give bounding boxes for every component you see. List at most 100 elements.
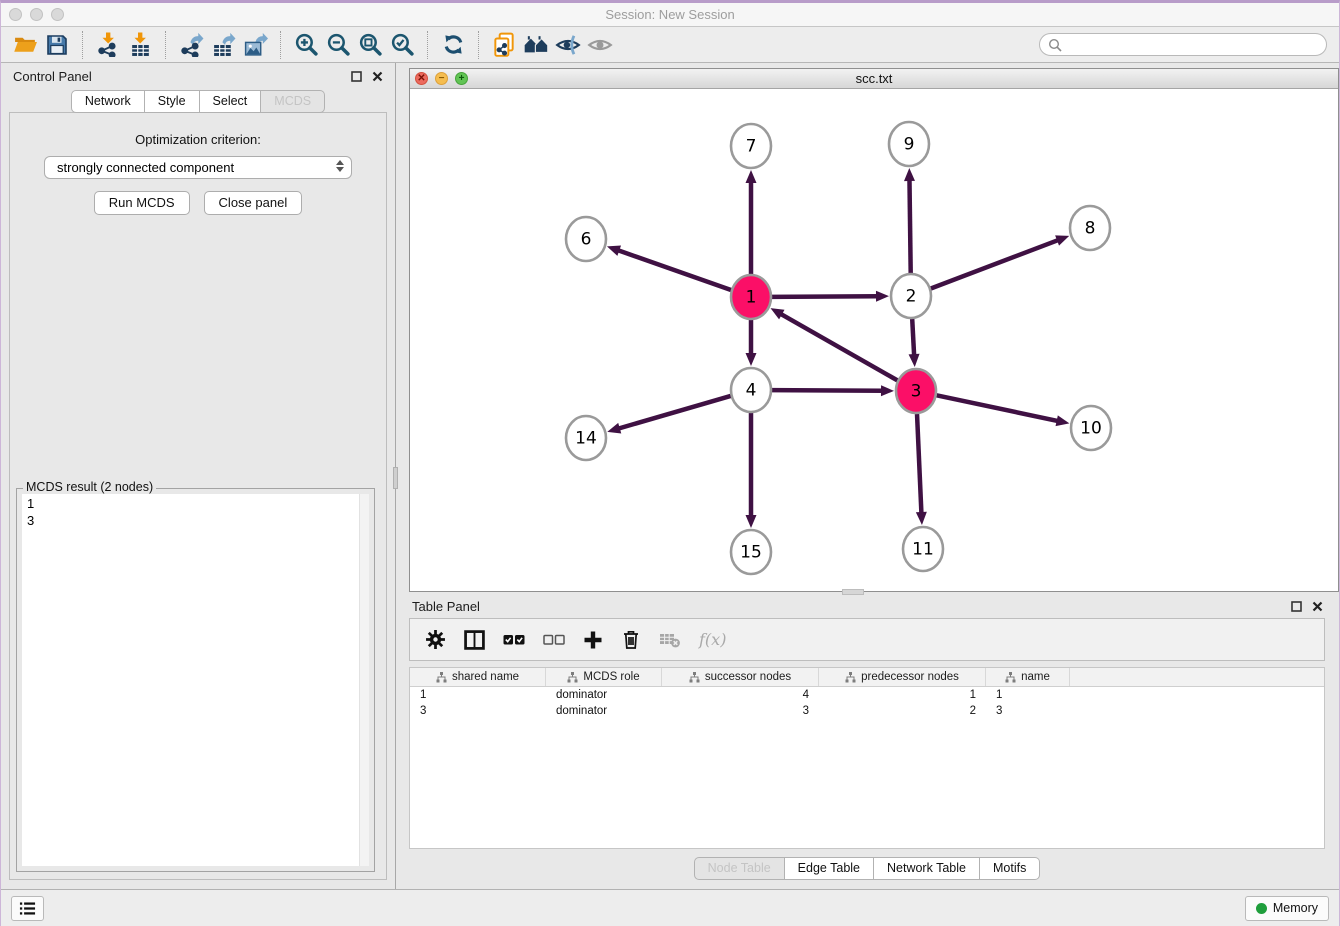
edge-2-8[interactable]: [931, 235, 1069, 288]
tab-network-table[interactable]: Network Table: [874, 857, 980, 880]
tab-network[interactable]: Network: [71, 90, 145, 113]
column-type-icon: [1005, 672, 1016, 683]
graph-node-15[interactable]: 15: [731, 530, 771, 574]
zoom-fit-icon[interactable]: [354, 30, 386, 60]
edge-3-10[interactable]: [937, 395, 1070, 426]
close-panel-icon[interactable]: [372, 71, 383, 82]
column-header-label: shared name: [452, 671, 519, 683]
run-mcds-button[interactable]: Run MCDS: [94, 191, 190, 215]
refresh-icon[interactable]: [437, 30, 469, 60]
tab-node-table[interactable]: Node Table: [694, 857, 785, 880]
split-table-icon[interactable]: [464, 630, 485, 650]
export-network-icon[interactable]: [175, 30, 207, 60]
memory-button[interactable]: Memory: [1245, 896, 1329, 921]
edge-4-14[interactable]: [607, 396, 730, 434]
table-cell: 3: [662, 705, 819, 717]
edge-3-1[interactable]: [770, 308, 897, 380]
delete-table-icon[interactable]: [659, 631, 681, 649]
graph-node-1[interactable]: 1: [731, 275, 771, 319]
export-table-icon[interactable]: [207, 30, 239, 60]
control-panel: Control Panel NetworkStyleSelectMCDS Opt…: [1, 63, 396, 889]
graph-node-9[interactable]: 9: [889, 122, 929, 166]
optimization-criterion-select[interactable]: strongly connected component: [44, 156, 352, 179]
column-header-name[interactable]: name: [986, 668, 1070, 686]
table-row[interactable]: 1dominator411: [410, 687, 1324, 703]
save-session-icon[interactable]: [41, 30, 73, 60]
first-neighbors-icon[interactable]: [520, 30, 552, 60]
table-settings-gear-icon[interactable]: [425, 629, 446, 650]
clone-network-icon[interactable]: [488, 30, 520, 60]
edge-2-9[interactable]: [904, 168, 915, 273]
column-header-shared-name[interactable]: shared name: [410, 668, 546, 686]
create-column-plus-icon[interactable]: [583, 630, 603, 650]
graph-node-7[interactable]: 7: [731, 124, 771, 168]
node-label: 4: [746, 381, 757, 401]
window-title: Session: New Session: [1, 7, 1339, 22]
horizontal-splitter-handle[interactable]: [842, 589, 864, 595]
graph-node-10[interactable]: 10: [1071, 406, 1111, 450]
task-history-button[interactable]: [11, 896, 44, 921]
function-builder-icon[interactable]: f(x): [699, 630, 726, 649]
edge-1-6[interactable]: [607, 245, 731, 289]
graph-node-2[interactable]: 2: [891, 274, 931, 318]
tab-motifs[interactable]: Motifs: [980, 857, 1040, 880]
zoom-out-icon[interactable]: [322, 30, 354, 60]
tab-mcds[interactable]: MCDS: [261, 90, 325, 113]
network-view-titlebar: ✕ − + scc.txt: [410, 69, 1338, 89]
column-header-label: MCDS role: [583, 671, 639, 683]
close-table-panel-icon[interactable]: [1312, 601, 1323, 612]
float-panel-icon[interactable]: [351, 71, 362, 82]
table-cell: 4: [662, 689, 819, 701]
search-icon: [1048, 38, 1062, 52]
zoom-selected-icon[interactable]: [386, 30, 418, 60]
column-header-label: name: [1021, 671, 1050, 683]
graph-node-3[interactable]: 3: [896, 369, 936, 413]
search-input[interactable]: [1067, 37, 1318, 53]
tab-edge-table[interactable]: Edge Table: [785, 857, 874, 880]
network-view-window: ✕ − + scc.txt 1 2 3 4 6 7 8 9 10 11 14 15: [409, 68, 1339, 592]
graph-node-11[interactable]: 11: [903, 527, 943, 571]
close-panel-button[interactable]: Close panel: [204, 191, 303, 215]
graph-node-8[interactable]: 8: [1070, 206, 1110, 250]
column-header-MCDS-role[interactable]: MCDS role: [546, 668, 662, 686]
import-network-icon[interactable]: [92, 30, 124, 60]
edge-3-11[interactable]: [916, 414, 927, 525]
graph-node-4[interactable]: 4: [731, 368, 771, 412]
select-all-columns-icon[interactable]: [503, 633, 525, 647]
panel-splitter-handle[interactable]: [393, 467, 398, 489]
network-view-title: scc.txt: [410, 71, 1338, 86]
zoom-in-icon[interactable]: [290, 30, 322, 60]
node-label: 9: [904, 135, 915, 155]
table-panel-tabs: Node TableEdge TableNetwork TableMotifs: [409, 857, 1325, 880]
network-canvas[interactable]: 1 2 3 4 6 7 8 9 10 11 14 15: [410, 89, 1338, 591]
graph-node-6[interactable]: 6: [566, 217, 606, 261]
search-field[interactable]: [1039, 33, 1327, 56]
column-header-successor-nodes[interactable]: successor nodes: [662, 668, 819, 686]
edge-1-7[interactable]: [746, 170, 757, 274]
table-cell: 3: [986, 705, 1070, 717]
edge-4-3[interactable]: [772, 385, 894, 396]
float-table-panel-icon[interactable]: [1291, 601, 1302, 612]
edge-2-3[interactable]: [909, 319, 920, 367]
hide-selected-icon[interactable]: [552, 30, 584, 60]
mcds-result-text[interactable]: 1 3: [22, 494, 369, 866]
edge-1-4[interactable]: [746, 320, 757, 366]
tab-select[interactable]: Select: [200, 90, 262, 113]
application-window: Session: New Session: [0, 0, 1340, 926]
table-row[interactable]: 3dominator323: [410, 703, 1324, 719]
import-table-icon[interactable]: [124, 30, 156, 60]
delete-column-trash-icon[interactable]: [621, 629, 641, 650]
graph-node-14[interactable]: 14: [566, 416, 606, 460]
column-header-predecessor-nodes[interactable]: predecessor nodes: [819, 668, 986, 686]
open-session-icon[interactable]: [9, 30, 41, 60]
node-table-body: 1dominator4113dominator323: [410, 687, 1324, 719]
column-type-icon: [436, 672, 447, 683]
export-image-icon[interactable]: [239, 30, 271, 60]
node-label: 6: [581, 230, 592, 250]
edge-1-2[interactable]: [772, 291, 889, 302]
result-scrollbar[interactable]: [359, 494, 369, 866]
show-all-icon[interactable]: [584, 30, 616, 60]
edge-4-15[interactable]: [746, 413, 757, 528]
tab-style[interactable]: Style: [145, 90, 200, 113]
unselect-all-columns-icon[interactable]: [543, 633, 565, 647]
